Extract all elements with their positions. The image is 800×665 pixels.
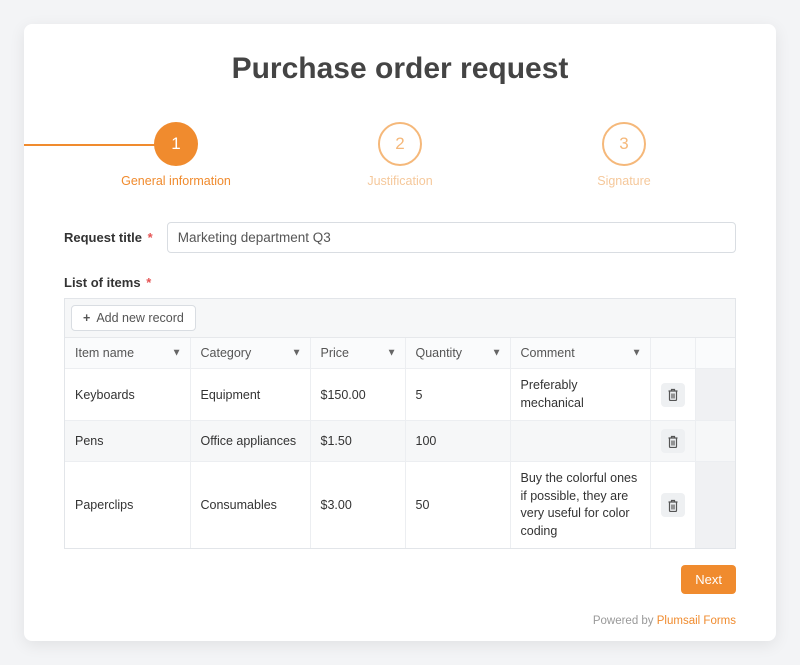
col-category[interactable]: Category▼ bbox=[190, 338, 310, 369]
cell-quantity[interactable]: 50 bbox=[405, 462, 510, 549]
add-record-label: Add new record bbox=[96, 311, 184, 325]
cell-quantity[interactable]: 5 bbox=[405, 369, 510, 421]
filter-icon[interactable]: ▼ bbox=[632, 348, 642, 359]
plus-icon: + bbox=[83, 311, 90, 325]
cell-item[interactable]: Paperclips bbox=[65, 462, 190, 549]
filter-icon[interactable]: ▼ bbox=[387, 348, 397, 359]
col-actions bbox=[650, 338, 695, 369]
col-comment[interactable]: Comment▼ bbox=[510, 338, 650, 369]
trash-icon bbox=[667, 388, 679, 401]
trash-icon bbox=[667, 499, 679, 512]
table-row[interactable]: Paperclips Consumables $3.00 50 Buy the … bbox=[65, 462, 735, 549]
step-general-information[interactable]: 1 General information bbox=[64, 122, 288, 188]
stepper: 1 General information 2 Justification 3 … bbox=[64, 122, 736, 188]
delete-row-button[interactable] bbox=[661, 493, 685, 517]
cell-comment[interactable]: Preferably mechanical bbox=[510, 369, 650, 421]
items-grid: Item name▼ Category▼ Price▼ Quantity▼ Co… bbox=[65, 338, 735, 548]
step-label: Justification bbox=[367, 174, 432, 188]
scroll-stub bbox=[695, 338, 735, 369]
step-label: Signature bbox=[597, 174, 651, 188]
trash-icon bbox=[667, 435, 679, 448]
page-title: Purchase order request bbox=[64, 52, 736, 86]
cell-category[interactable]: Equipment bbox=[190, 369, 310, 421]
filter-icon[interactable]: ▼ bbox=[172, 348, 182, 359]
delete-row-button[interactable] bbox=[661, 429, 685, 453]
cell-category[interactable]: Office appliances bbox=[190, 421, 310, 462]
request-title-label: Request title * bbox=[64, 230, 153, 245]
cell-item[interactable]: Keyboards bbox=[65, 369, 190, 421]
delete-row-button[interactable] bbox=[661, 383, 685, 407]
col-item-name[interactable]: Item name▼ bbox=[65, 338, 190, 369]
form-actions: Next bbox=[64, 565, 736, 594]
cell-price[interactable]: $3.00 bbox=[310, 462, 405, 549]
scroll-stub bbox=[695, 462, 735, 549]
cell-price[interactable]: $150.00 bbox=[310, 369, 405, 421]
filter-icon[interactable]: ▼ bbox=[492, 348, 502, 359]
step-signature[interactable]: 3 Signature bbox=[512, 122, 736, 188]
cell-actions bbox=[650, 369, 695, 421]
col-price[interactable]: Price▼ bbox=[310, 338, 405, 369]
scroll-stub bbox=[695, 421, 735, 462]
cell-actions bbox=[650, 421, 695, 462]
cell-price[interactable]: $1.50 bbox=[310, 421, 405, 462]
col-quantity[interactable]: Quantity▼ bbox=[405, 338, 510, 369]
scroll-stub bbox=[695, 369, 735, 421]
table-row[interactable]: Pens Office appliances $1.50 100 bbox=[65, 421, 735, 462]
filter-icon[interactable]: ▼ bbox=[292, 348, 302, 359]
step-number: 1 bbox=[154, 122, 198, 166]
cell-comment[interactable] bbox=[510, 421, 650, 462]
next-button[interactable]: Next bbox=[681, 565, 736, 594]
step-number: 3 bbox=[602, 122, 646, 166]
list-of-items-label: List of items * bbox=[64, 275, 736, 290]
cell-comment[interactable]: Buy the colorful ones if possible, they … bbox=[510, 462, 650, 549]
plumsail-link[interactable]: Plumsail Forms bbox=[657, 615, 736, 627]
add-record-button[interactable]: + Add new record bbox=[71, 305, 196, 331]
form-card: Purchase order request 1 General informa… bbox=[24, 24, 776, 641]
step-label: General information bbox=[121, 174, 231, 188]
step-justification[interactable]: 2 Justification bbox=[288, 122, 512, 188]
step-number: 2 bbox=[378, 122, 422, 166]
cell-actions bbox=[650, 462, 695, 549]
table-toolbar: + Add new record bbox=[65, 299, 735, 338]
request-title-input[interactable] bbox=[167, 222, 736, 253]
items-table: + Add new record Item name▼ Category▼ Pr… bbox=[64, 298, 736, 549]
footer-credit: Powered by Plumsail Forms bbox=[593, 615, 736, 627]
cell-item[interactable]: Pens bbox=[65, 421, 190, 462]
cell-quantity[interactable]: 100 bbox=[405, 421, 510, 462]
cell-category[interactable]: Consumables bbox=[190, 462, 310, 549]
header-row: Item name▼ Category▼ Price▼ Quantity▼ Co… bbox=[65, 338, 735, 369]
table-row[interactable]: Keyboards Equipment $150.00 5 Preferably… bbox=[65, 369, 735, 421]
request-title-row: Request title * bbox=[64, 222, 736, 253]
